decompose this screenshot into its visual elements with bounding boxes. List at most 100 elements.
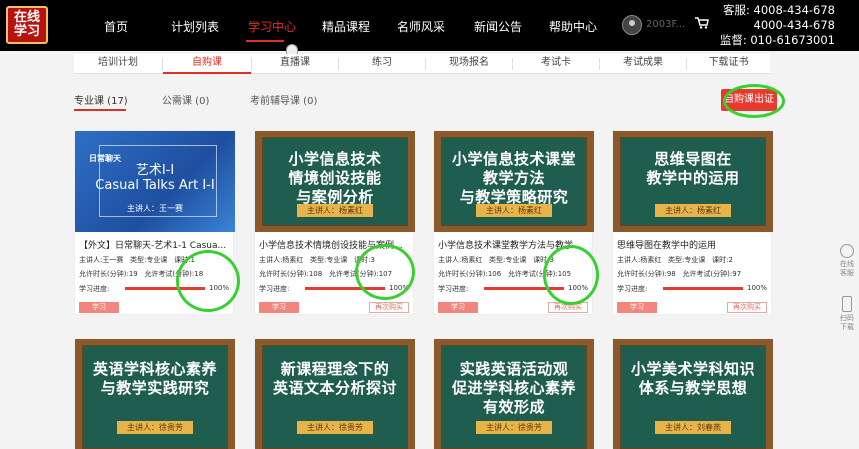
hours-label: 课时: bbox=[712, 256, 729, 264]
thumbnail-title: 小学信息技术课堂 教学方法 与教学策略研究 bbox=[451, 150, 576, 206]
category-professional[interactable]: 专业课 (17) bbox=[74, 92, 128, 107]
thumbnail-title: 小学美术学科知识 体系与教学思想 bbox=[630, 360, 755, 397]
nav-plan-list[interactable]: 计划列表 bbox=[171, 18, 219, 35]
course-card[interactable]: 思维导图在 教学中的运用 主讲人：杨素红 思维导图在教学中的运用 主讲人:杨素红… bbox=[612, 130, 773, 315]
type-label: 类型: bbox=[130, 256, 147, 264]
speaker-value: 王一赛 bbox=[102, 256, 124, 264]
type-label: 类型: bbox=[489, 256, 506, 264]
allow-time-value: 108 bbox=[308, 270, 323, 278]
category-public[interactable]: 公需课 (0) bbox=[162, 92, 209, 107]
course-thumbnail[interactable]: 小学信息技术课堂 教学方法 与教学策略研究 主讲人：杨素红 bbox=[434, 131, 594, 232]
course-thumbnail[interactable]: 日常聊天 艺术I-I Casual Talks Art I-I 主讲人：王一赛 bbox=[75, 131, 235, 232]
contact-line-2: 4000-434-678 bbox=[753, 18, 835, 32]
type-value: 专业课 bbox=[146, 256, 168, 264]
progress-label: 学习进度: bbox=[617, 285, 648, 293]
tab-exam-results[interactable]: 考试成果 bbox=[600, 54, 686, 74]
allow-exam-value: 97 bbox=[732, 270, 742, 278]
course-card[interactable]: 实践英语活动观 促进学科核心素养 有效形成 主讲人：徐贵芳 bbox=[433, 338, 594, 449]
username[interactable]: 2003F... bbox=[646, 19, 685, 30]
course-name[interactable]: 思维导图在教学中的运用 bbox=[617, 238, 769, 251]
course-meta-row-1: 主讲人:王一赛 类型:专业课 课时:1 bbox=[79, 255, 195, 265]
contact-line-3: 监督: 010-61673001 bbox=[719, 33, 835, 47]
chalkboard: 新课程理念下的 英语文本分析探讨 主讲人：徐贵芳 bbox=[262, 345, 408, 449]
tab-training-plan[interactable]: 培训计划 bbox=[74, 54, 162, 74]
allow-time-value: 98 bbox=[666, 270, 676, 278]
tab-exam-card[interactable]: 考试卡 bbox=[513, 54, 599, 74]
type-value: 专业课 bbox=[684, 256, 706, 264]
thumbnail-speaker: 主讲人：刘春燕 bbox=[655, 421, 731, 434]
course-card[interactable]: 英语学科核心素养 与教学实践研究 主讲人：徐贵芳 bbox=[74, 338, 235, 449]
online-service[interactable]: 在线 客服 bbox=[835, 244, 859, 278]
thumbnail-speaker: 主讲人：杨素红 bbox=[297, 204, 373, 217]
speaker-label: 主讲人: bbox=[617, 256, 641, 264]
allow-time-value: 106 bbox=[487, 270, 502, 278]
nav-teachers[interactable]: 名师风采 bbox=[397, 18, 445, 35]
course-card[interactable]: 新课程理念下的 英语文本分析探讨 主讲人：徐贵芳 bbox=[254, 338, 415, 449]
course-meta-row-1: 主讲人:杨素红 类型:专业课 课时:3 bbox=[438, 255, 554, 265]
course-card[interactable]: 小学美术学科知识 体系与教学思想 主讲人：刘春燕 bbox=[612, 338, 773, 449]
tab-onsite-signup[interactable]: 现场报名 bbox=[426, 54, 512, 74]
thumbnail-subtitle: Casual Talks Art I-I bbox=[95, 178, 215, 193]
cart-icon[interactable] bbox=[695, 17, 709, 29]
app-download-label: 扫码 下载 bbox=[840, 314, 854, 331]
type-label: 类型: bbox=[310, 256, 327, 264]
thumbnail-speaker: 主讲人：杨素红 bbox=[655, 204, 731, 217]
nav-featured-courses[interactable]: 精品课程 bbox=[322, 18, 370, 35]
phone-icon bbox=[842, 296, 852, 312]
tab-practice[interactable]: 练习 bbox=[339, 54, 425, 74]
thumbnail-title: 英语学科核心素养 与教学实践研究 bbox=[92, 360, 217, 397]
tab-self-purchased[interactable]: 自购课 bbox=[163, 54, 251, 74]
thumbnail-speaker: 主讲人：王一赛 bbox=[127, 204, 183, 213]
nav-learning-center[interactable]: 学习中心 bbox=[248, 18, 296, 35]
category-active-indicator bbox=[74, 109, 126, 111]
chalkboard: 小学美术学科知识 体系与教学思想 主讲人：刘春燕 bbox=[620, 345, 766, 449]
nav-home[interactable]: 首页 bbox=[104, 18, 128, 35]
course-thumbnail[interactable]: 英语学科核心素养 与教学实践研究 主讲人：徐贵芳 bbox=[75, 339, 235, 449]
course-thumbnail[interactable]: 思维导图在 教学中的运用 主讲人：杨素红 bbox=[613, 131, 773, 232]
thumbnail-speaker: 主讲人：徐贵芳 bbox=[476, 421, 552, 434]
speaker-label: 主讲人: bbox=[79, 256, 103, 264]
chalkboard: 实践英语活动观 促进学科核心素养 有效形成 主讲人：徐贵芳 bbox=[441, 345, 587, 449]
tab-download-certificate[interactable]: 下载证书 bbox=[687, 54, 770, 74]
nav-news[interactable]: 新闻公告 bbox=[474, 18, 522, 35]
nav-help[interactable]: 帮助中心 bbox=[549, 18, 597, 35]
thumbnail-title: 小学信息技术 情境创设技能 与案例分析 bbox=[288, 150, 382, 206]
speaker-value: 杨素红 bbox=[282, 256, 304, 264]
headset-icon bbox=[840, 244, 854, 258]
online-service-label: 在线 客服 bbox=[840, 260, 854, 277]
tab-live[interactable]: 直播课 bbox=[252, 54, 338, 74]
chalkboard: 英语学科核心素养 与教学实践研究 主讲人：徐贵芳 bbox=[82, 345, 228, 449]
course-thumbnail[interactable]: 小学美术学科知识 体系与教学思想 主讲人：刘春燕 bbox=[613, 339, 773, 449]
rebuy-button[interactable]: 再次购买 bbox=[369, 302, 409, 313]
thumbnail-speaker: 主讲人：杨素红 bbox=[476, 204, 552, 217]
thumbnail-title-line: 艺术I-I bbox=[135, 163, 175, 178]
app-download[interactable]: 扫码 下载 bbox=[835, 296, 859, 332]
thumbnail-title: 艺术I-I Casual Talks Art I-I bbox=[75, 163, 235, 193]
speaker-value: 杨素红 bbox=[640, 256, 662, 264]
chalkboard: 小学信息技术课堂 教学方法 与教学策略研究 主讲人：杨素红 bbox=[441, 137, 587, 226]
study-button[interactable]: 学习 bbox=[617, 302, 657, 313]
sub-navigation: 培训计划 自购课 直播课 练习 现场报名 考试卡 考试成果 下载证书 bbox=[74, 54, 770, 74]
highlight-circle bbox=[176, 250, 240, 312]
user-avatar-icon[interactable] bbox=[622, 15, 642, 35]
progress-bar bbox=[663, 287, 743, 290]
rebuy-button[interactable]: 再次购买 bbox=[727, 302, 767, 313]
highlight-circle bbox=[723, 84, 785, 118]
course-thumbnail[interactable]: 实践英语活动观 促进学科核心素养 有效形成 主讲人：徐贵芳 bbox=[434, 339, 594, 449]
course-thumbnail[interactable]: 新课程理念下的 英语文本分析探讨 主讲人：徐贵芳 bbox=[255, 339, 415, 449]
thumbnail-speaker: 主讲人：徐贵芳 bbox=[297, 421, 373, 434]
study-button[interactable]: 学习 bbox=[259, 302, 299, 313]
type-value: 专业课 bbox=[326, 256, 348, 264]
study-button[interactable]: 学习 bbox=[438, 302, 478, 313]
speaker-label: 主讲人: bbox=[438, 256, 462, 264]
course-thumbnail[interactable]: 小学信息技术 情境创设技能 与案例分析 主讲人：杨素红 bbox=[255, 131, 415, 232]
site-logo[interactable]: 在线学习 bbox=[6, 6, 48, 44]
study-button[interactable]: 学习 bbox=[79, 302, 119, 313]
course-meta-row-2: 允许时长(分钟):98 允许考试(分钟):97 bbox=[617, 269, 741, 279]
hours-value: 2 bbox=[728, 256, 733, 264]
course-meta-row-1: 主讲人:杨素红 类型:专业课 课时:2 bbox=[617, 255, 733, 265]
category-exam-prep[interactable]: 考前辅导课 (0) bbox=[250, 92, 317, 107]
highlight-circle bbox=[543, 245, 599, 305]
top-navbar: 在线学习 首页 计划列表 学习中心 精品课程 名师风采 新闻公告 帮助中心 20… bbox=[0, 0, 859, 51]
chalkboard: 思维导图在 教学中的运用 主讲人：杨素红 bbox=[620, 137, 766, 226]
